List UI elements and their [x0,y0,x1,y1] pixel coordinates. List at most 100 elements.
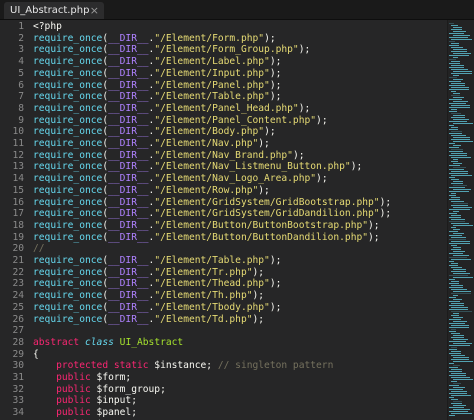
tab-ui-abstract[interactable]: UI_Abstract.php × [4,2,104,19]
minimap-line [453,35,470,36]
minimap-line [451,153,467,154]
code-line: public $panel; [33,407,137,419]
code-line: require_once(__DIR__."/Element/Form_Grou… [33,44,310,56]
minimap-line [453,79,463,80]
code-line: require_once(__DIR__."/Element/Input.php… [33,68,281,80]
code-line: require_once(__DIR__."/Element/Nav_Logo_… [33,173,328,185]
minimap-line [453,163,462,164]
line-number: 4 [18,56,24,68]
code-token: __DIR__ [108,102,149,114]
code-token: ); [269,278,282,290]
minimap-line [451,347,457,348]
code-token: __DIR__ [108,44,149,56]
code-token: require_once [33,184,103,196]
line-number: 7 [18,91,24,103]
code-token: ); [379,208,392,220]
minimap-line [449,37,468,38]
line-number: 3 [18,44,24,56]
minimap-line [449,253,463,254]
minimap[interactable] [447,20,474,420]
code-line: require_once(__DIR__."/Element/Label.php… [33,56,281,68]
code-editor[interactable]: 1 2 3 4 5 6 7 8 9 10 11 12 13 14 15 16 17 18 19 20 21 22 23 24 2… [0,20,447,420]
minimap-line [449,103,466,104]
code-line: public $input; [33,395,137,407]
code-token: "/Element/GridSystem/GridBootstrap.php" [154,196,380,208]
code-token: require_once [33,32,103,44]
code-token: require_once [33,301,103,313]
minimap-line [451,245,457,246]
minimap-line [451,73,472,74]
minimap-line [449,231,458,232]
minimap-line [451,303,464,304]
minimap-line [451,249,461,250]
code-line: require_once(__DIR__."/Element/Tbody.php… [33,302,281,314]
line-number: 33 [12,395,24,407]
minimap-line [451,351,461,352]
minimap-line [449,257,467,258]
minimap-line [451,51,467,52]
minimap-line [453,251,465,252]
minimap-line [453,185,467,186]
minimap-line [449,77,457,78]
minimap-line [451,399,458,400]
minimap-line [449,331,456,332]
code-token: "/Element/GridSystem/GridDandilion.php" [154,208,380,220]
minimap-line [453,75,459,76]
code-token: "/Element/Nav_Brand.php" [154,149,293,161]
minimap-line [449,345,470,346]
code-token: __DIR__ [108,301,149,313]
code-line: require_once(__DIR__."/Element/Th.php"); [33,290,264,302]
line-number: 11 [12,138,24,149]
line-number: 12 [12,149,24,161]
minimap-line [451,105,470,106]
code-token: ); [316,114,328,126]
code-token: ); [316,173,328,185]
code-token: protected [56,360,109,372]
minimap-line [451,193,456,194]
close-icon[interactable]: × [90,2,99,19]
code-token: ); [269,255,282,266]
minimap-line [451,285,463,286]
minimap-line [449,243,470,244]
minimap-line [449,41,455,42]
minimap-line [451,139,470,140]
minimap-line [449,81,461,82]
code-token: public [56,372,91,383]
line-number: 5 [18,67,24,79]
code-line: public $form_group; [33,384,166,396]
code-line: <?php [33,21,62,33]
minimap-line [449,151,463,152]
code-token: "/Element/Table.php" [154,255,270,266]
code-line: { [33,349,39,361]
code-token: require_once [33,114,103,126]
minimap-line [453,57,458,58]
minimap-line [449,187,465,188]
minimap-line [453,299,462,300]
code-token: "/Element/Thead.php" [154,278,270,290]
minimap-line [451,83,465,84]
minimap-line [453,273,470,274]
code-token: __DIR__ [108,208,149,220]
code-token: require_once [33,102,103,114]
minimap-line [451,263,458,264]
code-token: "/Element/Row.php" [154,184,259,196]
minimap-line [451,205,468,206]
minimap-line [449,407,464,408]
code-token: __DIR__ [108,290,149,302]
minimap-line [451,227,456,228]
minimap-line [451,359,469,360]
code-line: require_once(__DIR__."/Element/Td.php"); [33,314,264,326]
code-token: __DIR__ [108,67,149,79]
minimap-line [451,259,471,260]
minimap-line [451,293,471,294]
minimap-line [451,69,468,70]
minimap-line [449,363,454,364]
minimap-line [451,289,467,290]
minimap-line [449,155,467,156]
minimap-line [451,381,457,382]
code-token: ); [269,301,282,313]
code-line: require_once(__DIR__."/Element/Button/Bu… [33,220,380,232]
code-area[interactable]: <?php require_once(__DIR__."/Element/Form… [33,20,445,420]
minimap-line [451,197,460,198]
